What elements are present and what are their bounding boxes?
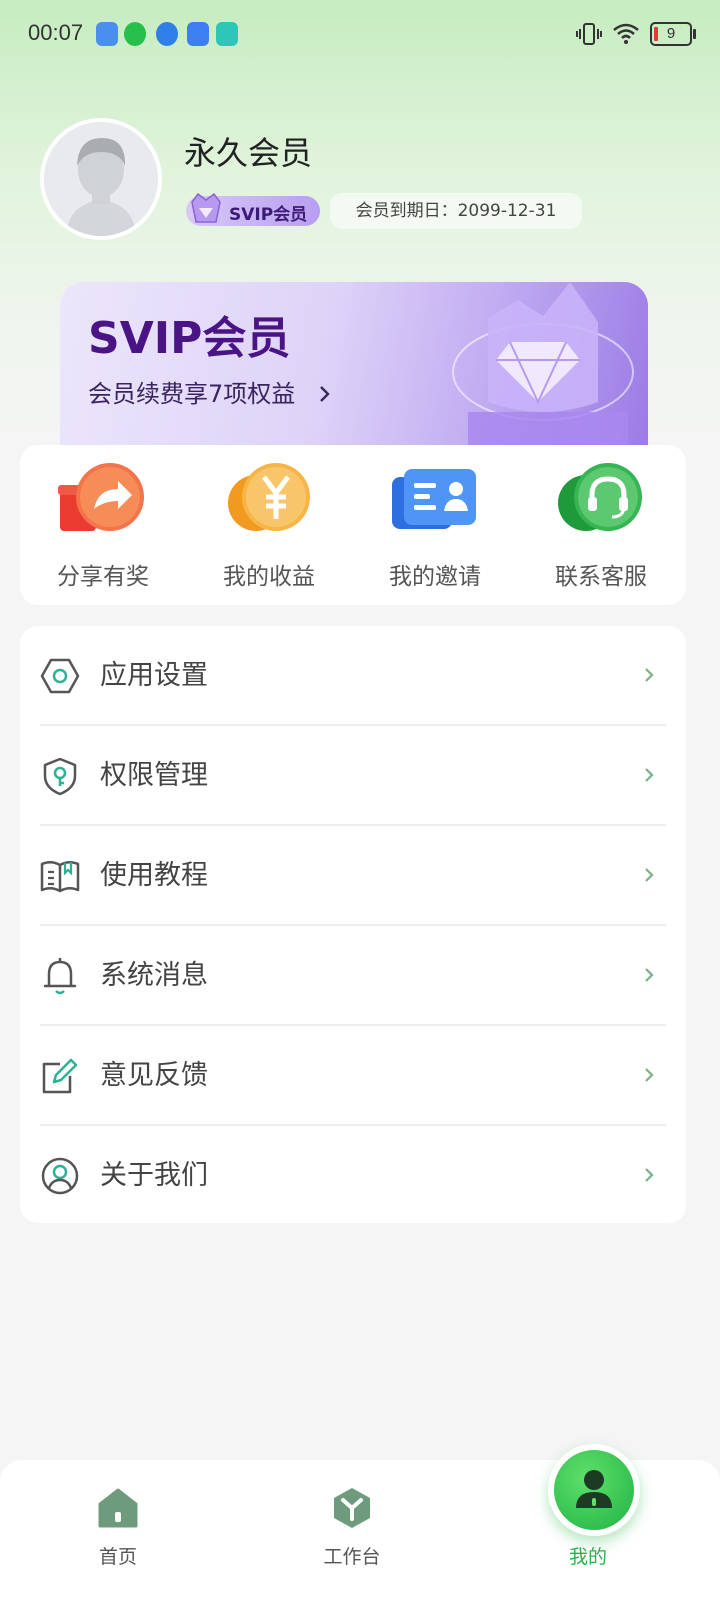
menu-item-permissions[interactable]: 权限管理 bbox=[20, 726, 686, 826]
nav-label: 我的 bbox=[568, 1546, 607, 1568]
settings-menu: 应用设置 权限管理 使用教程 系统消息 意见反馈 关于我们 bbox=[20, 626, 686, 1223]
chevron-right-icon bbox=[645, 1068, 654, 1082]
menu-item-label: 系统消息 bbox=[100, 960, 208, 991]
chevron-right-icon bbox=[645, 768, 654, 782]
home-icon bbox=[98, 1488, 138, 1528]
banner-subtitle-text: 会员续费享7项权益 bbox=[88, 380, 296, 408]
quick-action-share[interactable]: 分享有奖 bbox=[20, 445, 186, 605]
nav-me-active-button[interactable] bbox=[548, 1444, 640, 1536]
chevron-right-icon bbox=[645, 1168, 654, 1182]
yen-coin-icon bbox=[228, 463, 310, 531]
quick-action-earnings[interactable]: 我的收益 bbox=[186, 445, 352, 605]
nav-label: 首页 bbox=[98, 1546, 137, 1568]
username: 永久会员 bbox=[184, 134, 313, 172]
nav-workbench[interactable]: 工作台 bbox=[292, 1460, 412, 1600]
app-notification-icon bbox=[187, 22, 209, 46]
menu-item-label: 应用设置 bbox=[100, 660, 208, 691]
book-icon bbox=[40, 861, 80, 893]
expiry-date: 会员到期日：2099-12-31 bbox=[330, 193, 582, 229]
menu-item-feedback[interactable]: 意见反馈 bbox=[20, 1026, 686, 1126]
menu-item-about[interactable]: 关于我们 bbox=[20, 1126, 686, 1226]
workbench-icon bbox=[334, 1488, 370, 1528]
edit-icon bbox=[42, 1058, 78, 1094]
status-bar: 00:07 9 bbox=[0, 0, 720, 70]
settings-hex-icon bbox=[40, 658, 80, 694]
menu-item-messages[interactable]: 系统消息 bbox=[20, 926, 686, 1026]
profile-icon bbox=[576, 1470, 612, 1508]
cleaner-icon bbox=[216, 22, 238, 46]
quick-action-label: 我的邀请 bbox=[389, 564, 481, 590]
chevron-right-icon bbox=[645, 668, 654, 682]
vibrate-icon bbox=[576, 23, 602, 45]
wifi-icon bbox=[613, 23, 639, 44]
crown-diamond-illustration-icon bbox=[452, 282, 634, 457]
shield-key-icon bbox=[43, 757, 77, 796]
banner-title: SVIP会员 bbox=[88, 313, 291, 364]
bell-icon bbox=[43, 958, 77, 995]
chevron-right-icon bbox=[645, 868, 654, 882]
status-time: 00:07 bbox=[28, 20, 84, 45]
notification-app-icon bbox=[96, 22, 118, 46]
status-icons: 9 bbox=[576, 20, 696, 48]
chevron-right-icon bbox=[320, 386, 330, 402]
battery-icon: 9 bbox=[650, 22, 696, 46]
menu-item-app-settings[interactable]: 应用设置 bbox=[20, 626, 686, 726]
menu-item-label: 意见反馈 bbox=[100, 1060, 208, 1091]
menu-item-label: 关于我们 bbox=[100, 1160, 208, 1191]
menu-item-label: 使用教程 bbox=[100, 860, 208, 891]
contact-card-icon bbox=[392, 469, 476, 529]
menu-item-label: 权限管理 bbox=[100, 760, 208, 791]
quick-action-support[interactable]: 联系客服 bbox=[518, 445, 684, 605]
nav-home[interactable]: 首页 bbox=[58, 1460, 178, 1600]
quick-action-label: 分享有奖 bbox=[57, 564, 149, 590]
gift-share-icon bbox=[58, 463, 144, 531]
quick-action-label: 联系客服 bbox=[555, 564, 647, 590]
headset-icon bbox=[558, 463, 642, 531]
quick-action-invitations[interactable]: 我的邀请 bbox=[352, 445, 518, 605]
nav-label: 工作台 bbox=[323, 1546, 381, 1568]
wechat-icon bbox=[124, 22, 146, 46]
avatar[interactable] bbox=[40, 118, 162, 240]
battery-level: 9 bbox=[666, 25, 676, 42]
crown-diamond-icon bbox=[191, 192, 221, 223]
quick-actions-card: 分享有奖 我的收益 我的邀请 联系客服 bbox=[20, 445, 686, 605]
svip-badge-label: SVIP会员 bbox=[229, 205, 308, 225]
menu-item-tutorial[interactable]: 使用教程 bbox=[20, 826, 686, 926]
bottom-nav: 首页 工作台 我的 bbox=[0, 1444, 720, 1600]
quick-action-label: 我的收益 bbox=[223, 564, 315, 590]
svip-banner[interactable]: SVIP会员 会员续费享7项权益 bbox=[60, 282, 648, 457]
chevron-right-icon bbox=[645, 968, 654, 982]
user-circle-icon bbox=[41, 1157, 79, 1195]
svip-badge: SVIP会员 bbox=[186, 192, 320, 226]
banner-subtitle[interactable]: 会员续费享7项权益 bbox=[88, 374, 331, 409]
avatar-placeholder-icon bbox=[44, 122, 158, 236]
browser-icon bbox=[156, 22, 178, 46]
